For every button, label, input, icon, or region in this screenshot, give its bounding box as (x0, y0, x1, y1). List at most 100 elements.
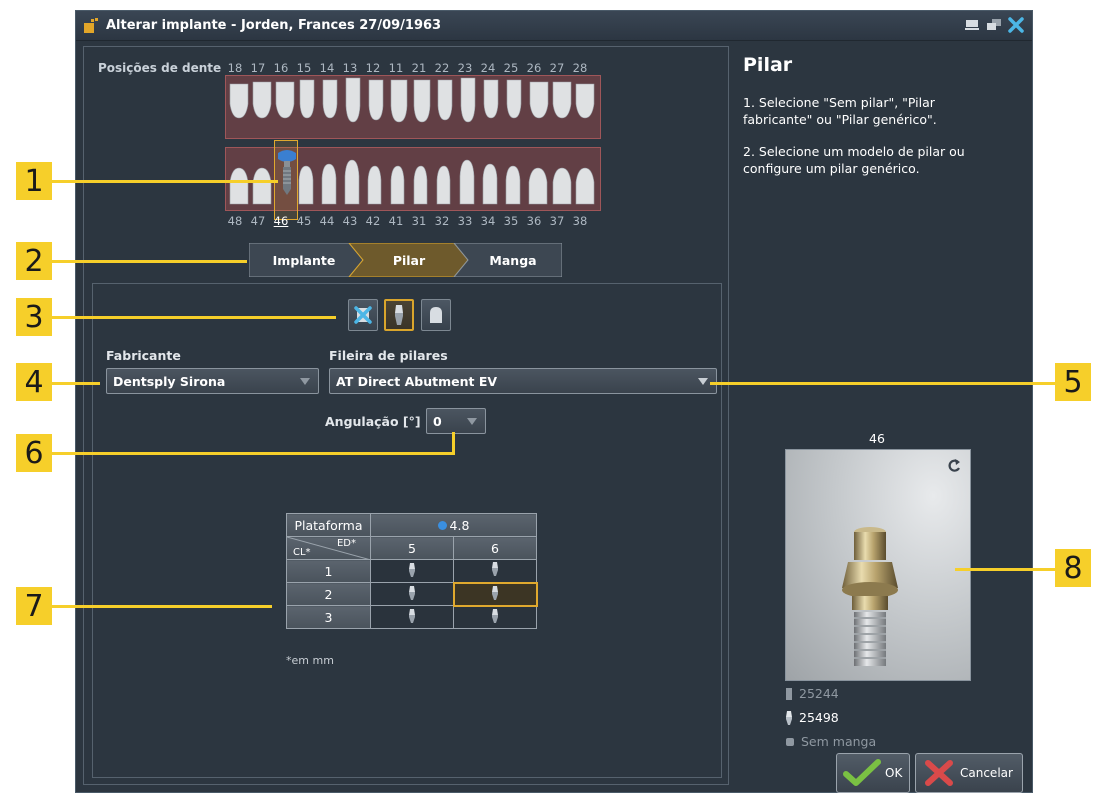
callout-4: 4 (16, 363, 52, 401)
sleeve-info: Sem manga (785, 734, 876, 749)
abutment-icon (492, 585, 498, 600)
tooth-number: 27 (549, 61, 565, 75)
ok-button[interactable]: OK (836, 753, 910, 793)
callout-line-1 (52, 180, 278, 183)
abutment-icon (409, 562, 415, 577)
tooth-number: 43 (342, 214, 358, 228)
tooth-positions-label: Posições de dente (98, 61, 222, 75)
cancel-x-icon (925, 760, 953, 786)
tooth-number: 14 (319, 61, 335, 75)
implant-icon (786, 687, 792, 700)
sleeve-text: Sem manga (801, 734, 877, 749)
tooth-number: 33 (457, 214, 473, 228)
restore-icon[interactable] (986, 17, 1002, 33)
callout-1: 1 (16, 162, 52, 200)
tooth-number: 35 (503, 214, 519, 228)
minimize-icon[interactable] (964, 17, 980, 33)
implant-icon (278, 150, 296, 195)
sleeve-icon (786, 737, 794, 746)
units-note: *em mm (286, 654, 334, 667)
callout-line-5 (710, 382, 1055, 385)
generic-abutment-icon (430, 307, 442, 323)
upper-tooth-numbers: 18 17 16 15 14 13 12 11 21 22 23 24 25 2… (225, 61, 601, 75)
tooth-number-selected: 46 (273, 214, 289, 228)
callout-line-6-vertical (452, 432, 455, 455)
callout-3: 3 (16, 298, 52, 336)
platform-dot-icon (437, 520, 447, 530)
angulation-label: Angulação [°] (325, 414, 421, 429)
manufacturer-select[interactable]: Dentsply Sirona (106, 368, 319, 394)
abutment-cell[interactable] (453, 605, 537, 629)
row-header-2: 2 (286, 582, 371, 606)
angulation-select[interactable]: 0 (426, 408, 486, 434)
row-header-1: 1 (286, 559, 371, 583)
abutment-cell[interactable] (453, 559, 537, 583)
cancel-button[interactable]: Cancelar (915, 753, 1023, 793)
abutment-cell[interactable] (370, 559, 454, 583)
implant-id: 25244 (799, 686, 839, 701)
abutment-cell[interactable] (370, 605, 454, 629)
abutment-cell-selected[interactable] (452, 581, 538, 607)
tooth-number: 12 (365, 61, 381, 75)
cancel-label: Cancelar (960, 766, 1013, 780)
wizard-step-sleeve[interactable]: Manga (464, 243, 562, 277)
tooth-number: 45 (296, 214, 312, 228)
tooth-number: 17 (250, 61, 266, 75)
callout-line-4 (52, 382, 100, 385)
callout-line-7 (52, 605, 272, 608)
upper-jaw[interactable] (225, 75, 601, 139)
ok-label: OK (885, 766, 903, 780)
abutment-id: 25498 (799, 710, 839, 725)
callout-7: 7 (16, 587, 52, 625)
title-bar: Alterar implante - Jorden, Frances 27/09… (76, 11, 1032, 41)
abutment-icon (492, 562, 498, 577)
tooth-number: 16 (273, 61, 289, 75)
lower-tooth-numbers: 48 47 46 45 44 43 42 41 31 32 33 34 35 3… (225, 214, 601, 228)
no-abutment-button[interactable] (348, 299, 378, 331)
tooth-number: 42 (365, 214, 381, 228)
tooth-number: 36 (526, 214, 542, 228)
tooth-number: 18 (227, 61, 243, 75)
implant-info: 25244 (785, 686, 839, 701)
rotate-icon[interactable] (946, 458, 962, 478)
wizard-step-abutment[interactable]: Pilar (359, 243, 459, 277)
right-pane: Pilar 1. Selecione "Sem pilar", "Pilar f… (739, 46, 1029, 793)
upper-teeth-graphic (229, 77, 595, 123)
tooth-number: 41 (388, 214, 404, 228)
close-icon[interactable] (1008, 17, 1024, 33)
callout-6: 6 (16, 434, 52, 472)
tooth-number: 37 (549, 214, 565, 228)
tooth-number: 47 (250, 214, 266, 228)
abutment-3d-preview[interactable] (785, 449, 971, 681)
generic-abutment-button[interactable] (421, 299, 451, 331)
row-header-3: 3 (286, 605, 371, 629)
callout-line-2 (52, 260, 247, 263)
no-abutment-icon (354, 306, 372, 324)
left-pane: Posições de dente 18 17 16 15 14 13 12 1… (83, 46, 729, 785)
lower-jaw[interactable] (225, 140, 601, 220)
column-header-6: 6 (453, 536, 537, 560)
tooth-number: 11 (388, 61, 404, 75)
instruction-step-2: 2. Selecione um modelo de pilar ou confi… (743, 144, 965, 176)
wizard-step-implant[interactable]: Implante (249, 243, 359, 277)
chevron-down-icon (300, 378, 310, 385)
checkmark-icon (843, 759, 881, 786)
abutment-series-value: AT Direct Abutment EV (336, 373, 498, 389)
callout-5: 5 (1055, 363, 1091, 401)
platform-value-cell: 4.8 (370, 513, 537, 537)
abutment-series-select[interactable]: AT Direct Abutment EV (329, 368, 717, 394)
callout-line-6 (52, 452, 454, 455)
manufacturer-abutment-button[interactable] (384, 299, 414, 331)
abutment-panel: Fabricante Dentsply Sirona Fileira de pi… (92, 283, 722, 778)
tooth-number: 31 (411, 214, 427, 228)
tooth-number: 15 (296, 61, 312, 75)
dialog-window: Alterar implante - Jorden, Frances 27/09… (75, 10, 1033, 793)
abutment-icon (492, 608, 498, 623)
tooth-number: 44 (319, 214, 335, 228)
ed-cl-header: ED* CL* (286, 536, 371, 560)
abutment-cell[interactable] (370, 582, 454, 606)
tooth-number: 13 (342, 61, 358, 75)
cl-label: CL* (293, 547, 311, 558)
instruction-step-1: 1. Selecione "Sem pilar", "Pilar fabrica… (743, 95, 937, 127)
column-header-5: 5 (370, 536, 454, 560)
